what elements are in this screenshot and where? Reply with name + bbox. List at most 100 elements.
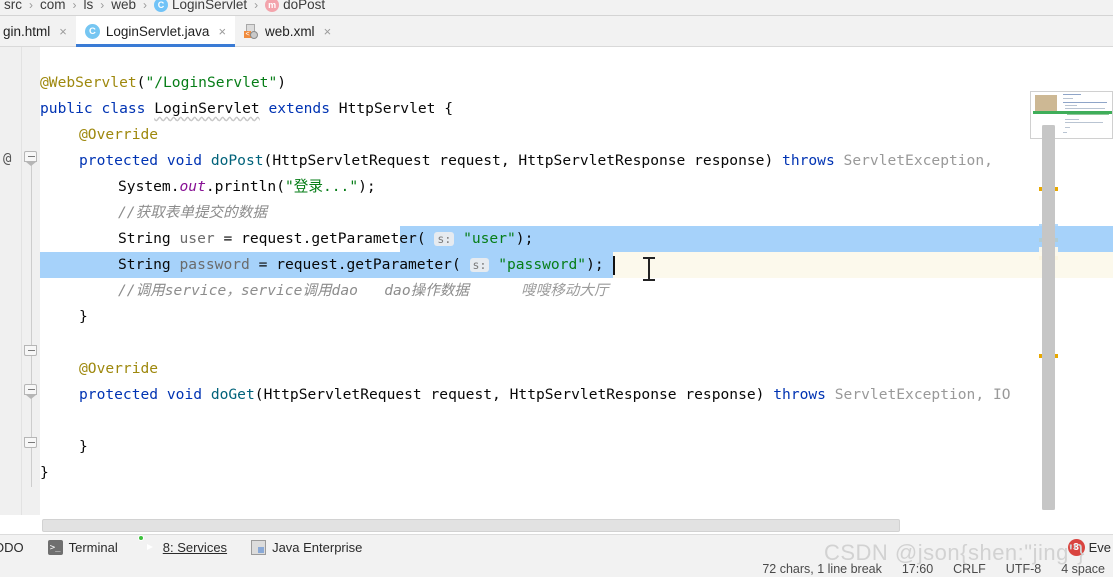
code-line-12: @Override [79, 356, 158, 382]
type-string: String [118, 256, 171, 273]
breadcrumb: src › com › ls › web › C LoginServlet › … [0, 0, 1113, 16]
comment-get-form-data: //获取表单提交的数据 [118, 204, 267, 221]
tool-window-bar: ODO >_ Terminal 8: Services Java Enterpr… [0, 534, 1113, 560]
vertical-scrollbar-thumb[interactable] [1042, 125, 1055, 510]
method-icon: m [265, 0, 280, 12]
breadcrumb-item-ls[interactable]: ls [84, 0, 94, 12]
type-httpservletresponse: HttpServletResponse [518, 152, 686, 169]
code-line-9: //调用service，service调用dao dao操作数据 嗖嗖移动大厅 [118, 278, 609, 304]
type-httpservletrequest: HttpServletRequest [272, 152, 431, 169]
java-class-icon: C [84, 23, 100, 39]
annotation-token: @WebServlet [40, 74, 137, 91]
keyword-protected: protected [79, 152, 159, 169]
fold-marker-dopost[interactable] [24, 151, 39, 166]
tab-label: web.xml [265, 23, 315, 39]
paren: ( [451, 256, 461, 273]
keyword-void: void [166, 386, 203, 403]
breadcrumb-separator: › [100, 0, 105, 12]
close-icon[interactable]: × [59, 24, 67, 39]
tool-button-services[interactable]: 8: Services [137, 535, 227, 555]
paren: ) [755, 386, 765, 403]
breadcrumb-item-loginservlet[interactable]: C LoginServlet [154, 0, 247, 12]
code-line-1: @WebServlet("/LoginServlet") [40, 70, 286, 96]
tool-button-terminal[interactable]: >_ Terminal [47, 540, 118, 555]
keyword-extends: extends [268, 100, 330, 117]
close-icon[interactable]: × [218, 24, 226, 39]
brace: } [79, 438, 88, 455]
type-servletexception: ServletException [834, 386, 976, 403]
code-text-area[interactable]: @WebServlet("/LoginServlet") public clas… [40, 47, 1113, 515]
type-ioexception-truncated: IO [992, 386, 1011, 403]
paren: ) [358, 178, 367, 195]
annotation-marker: @ [3, 151, 12, 167]
method-getparameter: getParameter [311, 230, 417, 247]
tool-button-java-enterprise[interactable]: Java Enterprise [251, 540, 362, 555]
breadcrumb-label: web [111, 0, 137, 12]
var-password: password [179, 256, 250, 273]
brace: } [79, 308, 88, 325]
tab-web-xml[interactable]: < web.xml × [235, 16, 340, 46]
type-string: String [118, 230, 171, 247]
breadcrumb-item-src[interactable]: src [4, 0, 22, 12]
code-line-6: //获取表单提交的数据 [118, 200, 267, 226]
string-password: "password" [498, 256, 587, 273]
breadcrumb-item-dopost[interactable]: m doPost [265, 0, 325, 12]
breadcrumb-item-web[interactable]: web [111, 0, 136, 12]
code-editor[interactable]: @ @WebServlet("/LoginServlet") public cl… [0, 47, 1113, 515]
event-log-area[interactable]: 3 Eve [1067, 534, 1111, 560]
tool-label: ODO [0, 540, 24, 555]
close-icon[interactable]: × [324, 24, 332, 39]
var-system: System [118, 178, 171, 195]
type-httpservletresponse: HttpServletResponse [509, 386, 677, 403]
status-indent[interactable]: 4 space [1061, 562, 1105, 576]
tool-label: Terminal [68, 540, 118, 555]
keyword-throws: throws [782, 152, 835, 169]
status-selection-info: 72 chars, 1 line break [762, 561, 882, 576]
tab-login-html[interactable]: gin.html × [0, 16, 76, 46]
paren: ) [277, 74, 287, 91]
paren: ) [586, 256, 595, 273]
tool-button-todo[interactable]: ODO [0, 540, 24, 555]
fold-marker-doget[interactable] [24, 384, 39, 399]
event-log-label[interactable]: Eve [1089, 540, 1111, 555]
tab-loginservlet-java[interactable]: C LoginServlet.java × [75, 16, 236, 47]
type-httpservletrequest: HttpServletRequest [263, 386, 422, 403]
fold-marker-dopost-end[interactable] [24, 345, 39, 360]
breadcrumb-label: com [40, 0, 66, 12]
xml-file-icon: < [244, 23, 259, 39]
paren: ) [515, 230, 525, 247]
code-line-10: } [79, 304, 88, 330]
comma: , [500, 152, 510, 169]
keyword-class: class [101, 100, 146, 117]
annotation-gutter[interactable]: @ [0, 47, 22, 515]
method-println: println [214, 178, 277, 195]
notification-badge[interactable]: 3 [1067, 538, 1085, 556]
var-user: user [179, 230, 215, 247]
type-loginservlet: LoginServlet [154, 100, 260, 117]
status-caret-position[interactable]: 17:60 [902, 562, 933, 576]
breadcrumb-item-com[interactable]: com [40, 0, 66, 12]
keyword-throws: throws [773, 386, 826, 403]
paren: ( [276, 178, 285, 195]
breadcrumb-label: src [4, 0, 22, 12]
code-folding-gutter[interactable] [22, 47, 40, 515]
param-response: response [685, 386, 756, 403]
status-file-encoding[interactable]: UTF-8 [1006, 562, 1041, 576]
editor-tab-bar: gin.html × C LoginServlet.java × < web.x… [0, 16, 1113, 47]
type-httpservlet: HttpServlet [338, 100, 436, 117]
comma: , [492, 386, 501, 403]
fold-marker-doget-end[interactable] [24, 437, 39, 452]
horizontal-scrollbar-thumb[interactable] [42, 519, 900, 532]
status-line-separator[interactable]: CRLF [953, 562, 986, 576]
semicolon: ; [524, 230, 534, 247]
keyword-protected: protected [79, 386, 159, 403]
method-getparameter: getParameter [346, 256, 452, 273]
keyword-void: void [166, 152, 203, 169]
paren: ) [764, 152, 774, 169]
brace: { [444, 100, 454, 117]
type-servletexception: ServletException, [843, 152, 993, 169]
brace: } [40, 464, 49, 481]
field-out: out [179, 178, 206, 195]
code-line-4: protected void doPost(HttpServletRequest… [79, 148, 993, 174]
method-dopost: doPost [210, 152, 264, 169]
